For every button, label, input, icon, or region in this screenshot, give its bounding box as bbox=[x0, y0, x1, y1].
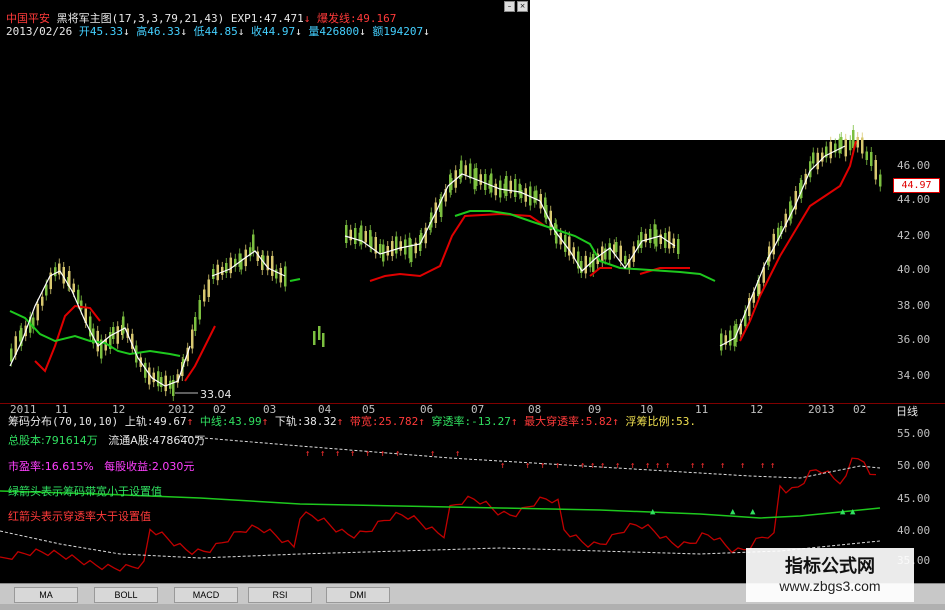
price-tick: 44.00 bbox=[897, 193, 931, 206]
total-shares: 总股本:791614万 bbox=[8, 434, 98, 447]
indicator-tick: 50.00 bbox=[897, 459, 931, 472]
price-tick: 34.00 bbox=[897, 369, 931, 382]
red-arrow: ↑ bbox=[630, 461, 635, 471]
red-arrow: ↑ bbox=[320, 449, 325, 459]
current-price-tag: 44.97 bbox=[893, 178, 940, 193]
red-arrow: ↑ bbox=[540, 461, 545, 471]
tab-rsi[interactable]: RSI bbox=[248, 587, 312, 603]
price-tick: 36.00 bbox=[897, 333, 931, 346]
time-label: 12 bbox=[750, 403, 764, 416]
red-arrow: ↑ bbox=[645, 461, 650, 471]
watermark-title: 指标公式网 bbox=[785, 556, 875, 577]
red-arrow: ↑ bbox=[770, 461, 775, 471]
red-arrow: ↑ bbox=[365, 449, 370, 459]
green-arrow: ▲ bbox=[650, 507, 656, 517]
candle bbox=[322, 333, 325, 347]
red-arrow: ↑ bbox=[305, 449, 310, 459]
indicator-tick: 55.00 bbox=[897, 427, 931, 440]
red-arrow: ↑ bbox=[760, 461, 765, 471]
candle bbox=[318, 326, 321, 340]
note-green: 绿箭头表示筹码带宽小于设置值 bbox=[8, 485, 162, 498]
red-arrow: ↑ bbox=[615, 461, 620, 471]
note-red: 红箭头表示穿透率大于设置值 bbox=[8, 510, 151, 523]
indicator-tick: 45.00 bbox=[897, 492, 931, 505]
green-arrow: ▲ bbox=[840, 507, 846, 517]
low-marker-label: 33.04 bbox=[200, 388, 232, 401]
red-arrow: ↑ bbox=[350, 449, 355, 459]
red-arrow: ↑ bbox=[720, 461, 725, 471]
red-arrow: ↑ bbox=[430, 449, 435, 459]
period-label[interactable]: 日线 bbox=[896, 403, 918, 419]
watermark: 指标公式网 www.zbgs3.com bbox=[746, 548, 914, 602]
green-arrow: ▲ bbox=[850, 507, 856, 517]
red-arrow: ↑ bbox=[700, 461, 705, 471]
red-arrow: ↑ bbox=[525, 461, 530, 471]
green-arrow: ▲ bbox=[730, 507, 736, 517]
price-tick: 42.00 bbox=[897, 229, 931, 242]
indicator-arrows: ↑ ↑ ↑ ↑ ↑ ↑ ↑ ↑ ↑ ↑ ↑ ↑ ↑ ↑ ↑ ↑ ↑ ↑ ↑ ↑ ↑ ↑ ↑ ↑ ↑ ↑ ↑ ▲ ▲ ▲ ▲ ▲ bbox=[305, 449, 856, 517]
horizontal-scrollbar[interactable] bbox=[0, 604, 945, 610]
red-arrow: ↑ bbox=[380, 449, 385, 459]
watermark-url: www.zbgs3.com bbox=[779, 578, 881, 594]
tab-dmi[interactable]: DMI bbox=[326, 587, 390, 603]
red-arrow: ↑ bbox=[590, 461, 595, 471]
total-shares-row: 总股本:791614万 流通A股:478640万 bbox=[8, 432, 205, 448]
price-tick: 46.00 bbox=[897, 159, 931, 172]
price-tick: 40.00 bbox=[897, 263, 931, 276]
red-arrow: ↑ bbox=[655, 461, 660, 471]
red-arrow: ↑ bbox=[500, 461, 505, 471]
red-arrow: ↑ bbox=[455, 449, 460, 459]
candlestick-bars bbox=[10, 125, 882, 401]
red-arrow: ↑ bbox=[580, 461, 585, 471]
float-a-shares: 流通A股:478640万 bbox=[108, 434, 206, 447]
red-arrow: ↑ bbox=[555, 461, 560, 471]
indicator-upper-dashed bbox=[179, 435, 881, 479]
indicator-tick: 40.00 bbox=[897, 524, 931, 537]
minimize-icon[interactable]: – bbox=[504, 1, 515, 12]
red-arrow: ↑ bbox=[335, 449, 340, 459]
red-arrow: ↑ bbox=[665, 461, 670, 471]
red-arrow: ↑ bbox=[740, 461, 745, 471]
time-label: 11 bbox=[695, 403, 709, 416]
time-label: 02 bbox=[853, 403, 867, 416]
close-icon[interactable]: × bbox=[517, 1, 528, 12]
price-chart[interactable] bbox=[0, 36, 882, 404]
red-arrow: ↑ bbox=[690, 461, 695, 471]
eps: 每股收益:2.030元 bbox=[104, 460, 195, 473]
red-arrow: ↑ bbox=[600, 461, 605, 471]
tab-ma[interactable]: MA bbox=[14, 587, 78, 603]
price-tick: 38.00 bbox=[897, 299, 931, 312]
tab-macd[interactable]: MACD bbox=[174, 587, 238, 603]
pe-row: 市盈率:16.615% 每股收益:2.030元 bbox=[8, 458, 194, 474]
pe-ratio: 市盈率:16.615% bbox=[8, 460, 94, 473]
candle bbox=[313, 331, 316, 345]
green-arrow: ▲ bbox=[750, 507, 756, 517]
red-arrow: ↑ bbox=[395, 449, 400, 459]
time-label: 2013 bbox=[808, 403, 835, 416]
support-line-red bbox=[34, 140, 857, 382]
tab-boll[interactable]: BOLL bbox=[94, 587, 158, 603]
